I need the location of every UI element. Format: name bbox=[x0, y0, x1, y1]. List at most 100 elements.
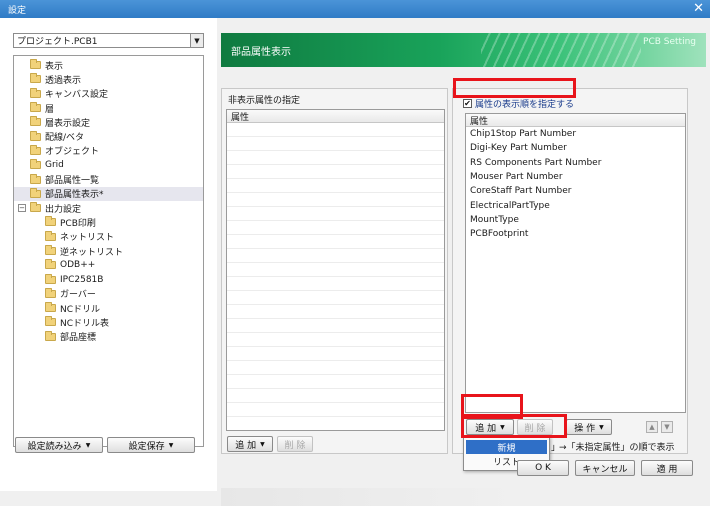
tree-item[interactable]: 表示 bbox=[14, 58, 203, 72]
tree-item[interactable]: キャンバス設定 bbox=[14, 87, 203, 101]
tree-item[interactable]: 配線/ベタ bbox=[14, 129, 203, 143]
display-order-checkbox-label: 属性の表示順を指定する bbox=[475, 100, 575, 110]
tree-item-label: NCドリル表 bbox=[60, 318, 110, 329]
tree-item[interactable]: ガーバー bbox=[14, 287, 203, 301]
operation-button[interactable]: 操 作 ▼ bbox=[566, 419, 612, 435]
chevron-down-icon[interactable]: ▼ bbox=[190, 34, 203, 47]
tree-item-label: 配線/ベタ bbox=[45, 133, 85, 144]
display-order-header: 属性 bbox=[466, 114, 685, 127]
ok-button[interactable]: O K bbox=[517, 460, 569, 476]
banner-decoration bbox=[481, 33, 641, 67]
title-bar: 設定 ✕ bbox=[0, 0, 710, 18]
settings-tree: 表示透過表示 キャンバス設定層層表示設定配線/ベタオブジェクト Grid 部品属性一覧… bbox=[13, 55, 204, 447]
tree-item-label: 部品属性一覧 bbox=[45, 176, 100, 187]
checkbox-checked-icon: ✔ bbox=[463, 98, 472, 108]
move-down-icon[interactable]: ▼ bbox=[661, 421, 673, 433]
collapse-icon[interactable]: − bbox=[17, 203, 27, 213]
list-item[interactable]: RS Components Part Number bbox=[466, 155, 685, 170]
hidden-add-button[interactable]: 追 加 ▼ bbox=[227, 436, 273, 452]
settings-window: 設定 ✕ プロジェクト.PCB1 ▼ 表示透過表示 キャンバス設定層層表示設定配線… bbox=[0, 0, 710, 506]
tree-item-label: 表示 bbox=[45, 61, 64, 72]
tree-item[interactable]: 部品属性表示* bbox=[14, 186, 203, 201]
collapse-box: − bbox=[18, 204, 26, 213]
tree-item[interactable]: 部品座標 bbox=[14, 330, 203, 344]
folder-icon bbox=[30, 159, 41, 170]
tree-item[interactable]: NCドリル表 bbox=[14, 315, 203, 329]
list-item[interactable]: CoreStaff Part Number bbox=[466, 184, 685, 199]
tree-item[interactable]: 層 bbox=[14, 101, 203, 115]
apply-button[interactable]: 適 用 bbox=[641, 460, 693, 476]
tree-item[interactable]: 層表示設定 bbox=[14, 115, 203, 129]
tree-item[interactable]: NCドリル bbox=[14, 301, 203, 315]
tree-item[interactable]: 部品属性一覧 bbox=[14, 172, 203, 186]
hidden-attributes-label: 非表示属性の指定 bbox=[228, 96, 301, 106]
tree-item-label: 層 bbox=[45, 104, 55, 115]
folder-icon bbox=[30, 116, 41, 127]
chevron-down-icon: ▼ bbox=[599, 423, 604, 431]
project-combo-value: プロジェクト.PCB1 bbox=[17, 37, 98, 47]
list-row-lines bbox=[227, 123, 444, 430]
folder-icon bbox=[30, 173, 41, 184]
operation-label: 操 作 bbox=[574, 423, 596, 434]
tree-item-label: 層表示設定 bbox=[45, 118, 91, 129]
list-item[interactable]: ElectricalPartType bbox=[466, 198, 685, 213]
banner-title: 部品属性表示 bbox=[231, 47, 291, 58]
tree-item-label: オブジェクト bbox=[45, 147, 100, 158]
folder-icon bbox=[30, 187, 41, 198]
menu-item-new[interactable]: 新規 bbox=[466, 440, 547, 454]
tree-item-label: ガーバー bbox=[60, 290, 96, 301]
banner-subtitle: PCB Setting bbox=[643, 37, 696, 47]
folder-icon bbox=[30, 130, 41, 141]
load-settings-button[interactable]: 設定読み込み ▼ bbox=[15, 437, 103, 453]
list-item[interactable]: Digi-Key Part Number bbox=[466, 141, 685, 156]
list-item[interactable]: Mouser Part Number bbox=[466, 169, 685, 185]
tree-item[interactable]: 逆ネットリスト bbox=[14, 244, 203, 258]
tree-item[interactable]: オブジェクト bbox=[14, 144, 203, 158]
folder-icon bbox=[45, 216, 56, 227]
folder-icon bbox=[45, 330, 56, 341]
right-area: 部品属性表示 PCB Setting 非表示属性の指定 属性 追 加 ▼ 削 除 bbox=[217, 18, 710, 506]
list-item[interactable]: Chip1Stop Part Number bbox=[466, 127, 685, 142]
folder-icon bbox=[30, 73, 41, 84]
left-panel: プロジェクト.PCB1 ▼ 表示透過表示 キャンバス設定層層表示設定配線/ベタオブ… bbox=[0, 18, 217, 491]
cancel-button[interactable]: キャンセル bbox=[575, 460, 635, 476]
tree-item-label: ODB++ bbox=[60, 260, 96, 271]
folder-icon bbox=[30, 59, 41, 70]
tree-item-label: NCドリル bbox=[60, 304, 101, 315]
note-text: →「未指定属性」の順で表示 bbox=[559, 443, 675, 453]
hidden-delete-button[interactable]: 削 除 bbox=[277, 436, 313, 452]
list-item[interactable]: MountType bbox=[466, 212, 685, 228]
tree-item-label: Grid bbox=[45, 160, 64, 171]
hidden-attributes-list[interactable]: 属性 bbox=[226, 109, 445, 431]
tree-item-label: PCB印刷 bbox=[60, 218, 96, 229]
folder-icon bbox=[45, 287, 56, 298]
chevron-down-icon: ▼ bbox=[260, 440, 265, 448]
display-order-list[interactable]: 属性 Chip1Stop Part Number Digi-Key Part Nu… bbox=[465, 113, 686, 413]
tree-item[interactable]: IPC2581B bbox=[14, 272, 203, 286]
folder-icon bbox=[45, 302, 56, 313]
folder-icon bbox=[30, 202, 41, 213]
hidden-attributes-header: 属性 bbox=[227, 110, 444, 123]
list-item[interactable]: PCBFootprint bbox=[466, 227, 685, 242]
folder-icon bbox=[30, 87, 41, 98]
tree-item-label: IPC2581B bbox=[60, 274, 104, 285]
tree-item-label: 逆ネットリスト bbox=[60, 247, 124, 258]
tree-item[interactable]: ODB++ bbox=[14, 258, 203, 272]
tree-item[interactable]: ネットリスト bbox=[14, 230, 203, 244]
project-combo[interactable]: プロジェクト.PCB1 ▼ bbox=[13, 33, 204, 48]
tree-item-label: 透過表示 bbox=[45, 75, 82, 86]
tree-item[interactable]: − 出力設定 bbox=[14, 201, 203, 215]
window-title: 設定 bbox=[8, 5, 27, 16]
tree-item[interactable]: PCB印刷 bbox=[14, 215, 203, 229]
tree-item-label: 出力設定 bbox=[45, 204, 82, 215]
display-order-checkbox[interactable]: ✔ 属性の表示順を指定する bbox=[463, 97, 574, 110]
hidden-add-label: 追 加 bbox=[235, 440, 257, 451]
hidden-attributes-group: 非表示属性の指定 属性 追 加 ▼ 削 除 bbox=[221, 88, 448, 454]
folder-icon bbox=[45, 273, 56, 284]
save-settings-button[interactable]: 設定保存 ▼ bbox=[107, 437, 195, 453]
folder-icon bbox=[45, 245, 56, 255]
move-up-icon[interactable]: ▲ bbox=[646, 421, 658, 433]
close-icon[interactable]: ✕ bbox=[693, 1, 704, 16]
tree-item[interactable]: 透過表示 bbox=[14, 72, 203, 86]
tree-item[interactable]: Grid bbox=[14, 158, 203, 172]
